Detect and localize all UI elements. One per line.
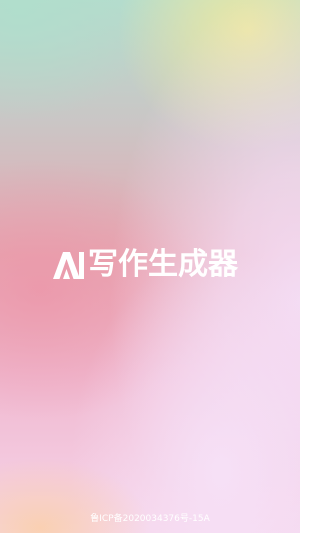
app-title: 写作生成器 xyxy=(88,247,238,282)
ai-logo-icon xyxy=(53,252,84,279)
icp-notice: 鲁ICP备2020034376号-15A xyxy=(90,514,210,524)
splash-screen: 写作生成器 鲁ICP备2020034376号-15A xyxy=(0,0,300,533)
app-logo: 写作生成器 xyxy=(52,248,238,282)
